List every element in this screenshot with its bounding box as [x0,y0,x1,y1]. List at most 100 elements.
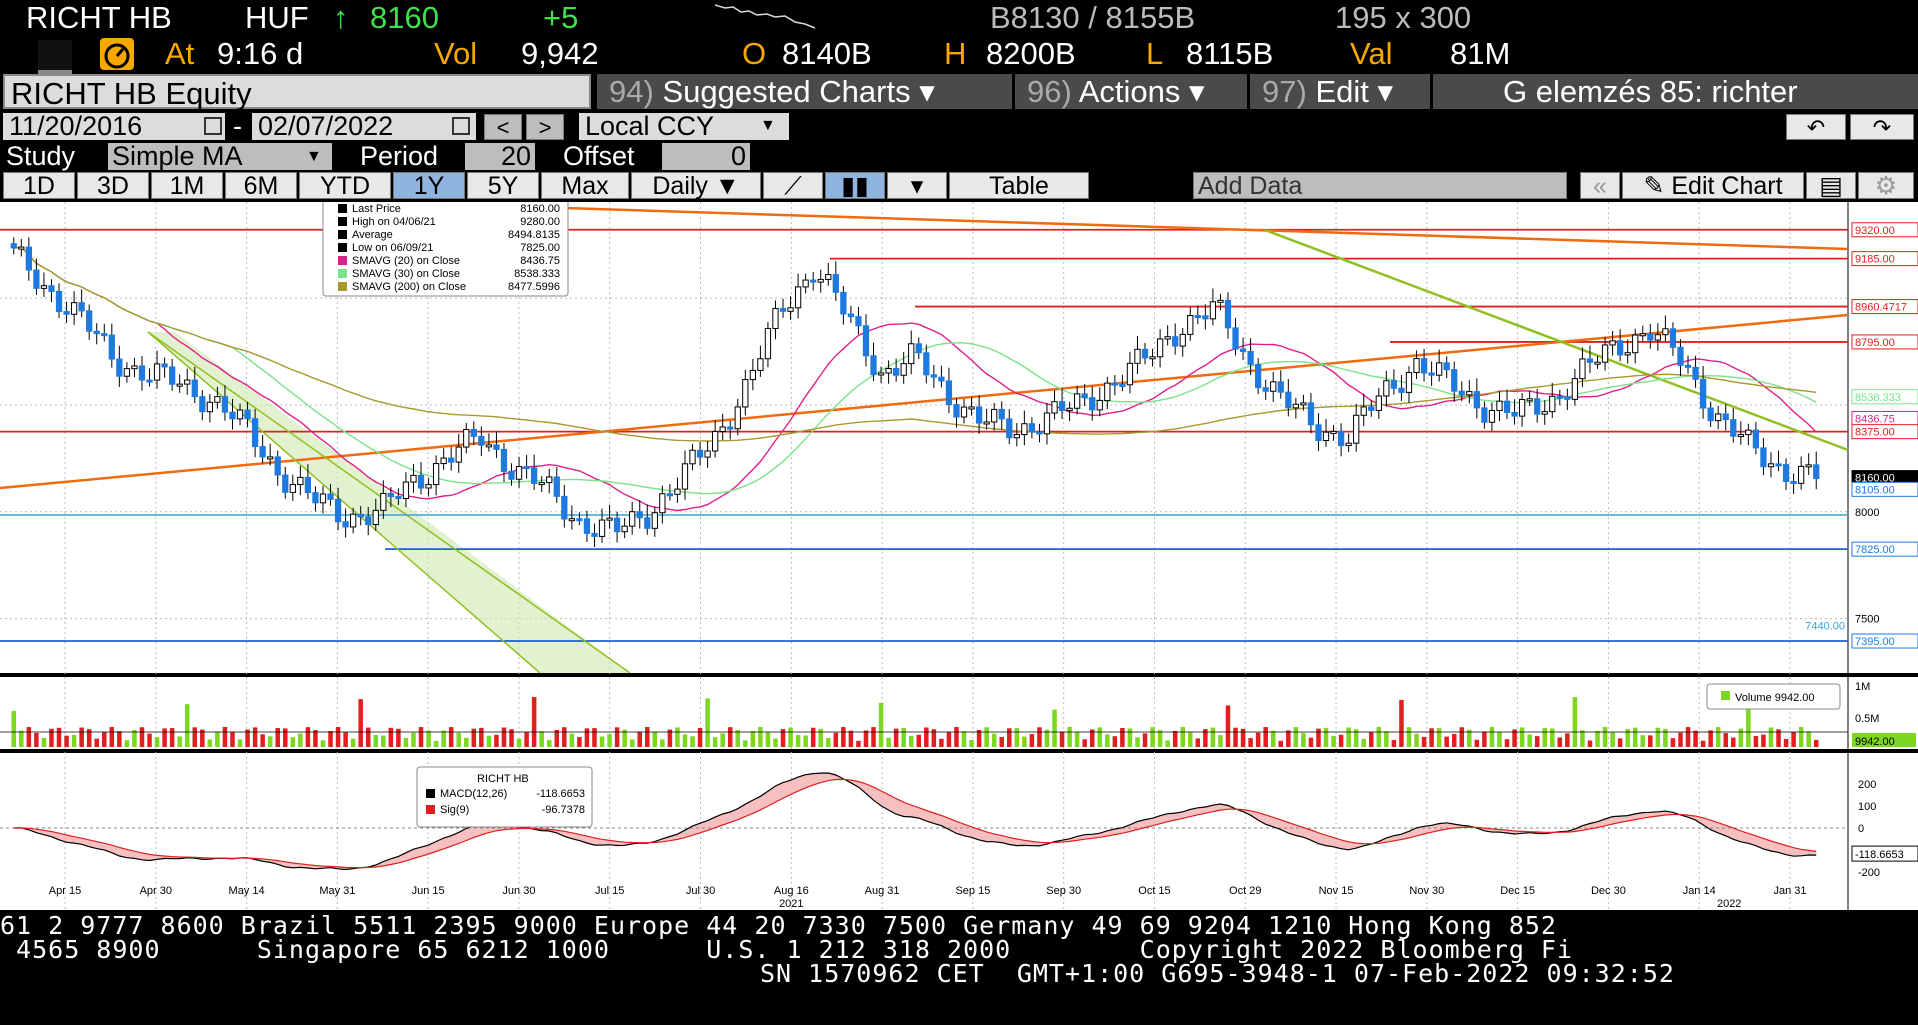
calendar-icon[interactable] [452,117,470,135]
study-select[interactable]: Simple MA [108,143,332,170]
price-change: +5 [543,0,579,35]
price-chart[interactable]: 9320.009185.008960.47178795.008538.33384… [0,188,1918,910]
edit-menu[interactable]: 97) Edit ▾ [1250,74,1433,109]
line-chart-icon[interactable]: ⟋ [763,172,823,200]
speedometer-icon[interactable] [100,38,134,70]
volume-bar [373,734,379,747]
candle-body [131,365,138,370]
range-5y[interactable]: 5Y [467,172,539,200]
suggested-charts-menu[interactable]: 94) Suggested Charts ▾ [597,74,1015,109]
volume-bar [1188,732,1193,747]
volume-bar [773,738,778,747]
period-input[interactable]: 20 [465,143,535,170]
candle-body [86,310,93,332]
terminal-icon[interactable] [38,40,72,76]
volume-bar [1723,733,1728,747]
end-date-field[interactable]: 02/07/2022 [252,113,476,140]
candle-body [1224,299,1232,329]
price-tag: 8375.00 [1855,427,1895,439]
candle-body [515,466,523,480]
volume-bar [1112,736,1118,747]
add-data-button[interactable]: Add Data [1193,172,1567,200]
panel-divider [0,673,1918,677]
volume-bar [524,732,529,747]
price-legend[interactable]: Last Price 8160.00 High on 04/06/21 9280.00… [322,193,569,297]
volume-bar [215,731,220,747]
signal-value: -96.7378 [542,804,585,816]
candle-body [1632,334,1639,354]
legend-label: SMAVG (20) on Close [352,255,460,267]
undo-icon[interactable]: ↶ [1786,114,1846,140]
volume-bar [252,727,258,747]
range-6m[interactable]: 6M [225,172,297,200]
volume-bar [675,727,680,747]
end-date: 02/07/2022 [258,111,394,141]
candle-body [938,376,945,382]
volume-bar [826,738,831,747]
actions-menu[interactable]: 96) Actions ▾ [1015,74,1250,109]
candle-body [1292,403,1299,409]
chart-area[interactable]: 9320.00 9185.00 8960.4717 8795.00 8538.333 84… [0,188,1918,910]
volume-bar [26,727,32,747]
prev-period-button[interactable]: < [484,114,522,140]
range-1y[interactable]: 1Y [393,172,465,200]
redo-icon[interactable]: ↷ [1850,114,1914,140]
volume-bar [1346,727,1351,747]
candle-body [1541,411,1548,415]
chevron-down-icon[interactable]: ▼ [760,117,776,135]
x-tick-label: Sep 30 [1046,885,1081,897]
range-3d[interactable]: 3D [77,172,149,200]
volume-bar [1225,705,1231,747]
candle-body [1307,402,1315,426]
macd-tick: 0 [1858,823,1864,835]
range-1m[interactable]: 1M [151,172,223,200]
next-period-button[interactable]: > [526,114,564,140]
macd-legend[interactable]: RICHT HB MACD(12,26) -118.6653 Sig(9) -9… [416,766,593,828]
volume-bar [335,727,341,747]
candle-body [199,396,206,413]
calendar-icon[interactable] [204,117,222,135]
offset-input[interactable]: 0 [662,143,750,170]
volume-bar [298,733,303,747]
x-tick-label: Jan 14 [1683,885,1716,897]
high-label: H [944,36,967,71]
volume-bar [954,727,959,747]
range-1d[interactable]: 1D [3,172,75,200]
range-ytd[interactable]: YTD [299,172,391,200]
volume-tick: 9942.00 [1855,736,1895,748]
start-date-field[interactable]: 11/20/2016 [3,113,225,140]
candle-body [10,243,17,249]
edit-chart-button[interactable]: ✎ Edit Chart [1622,172,1804,200]
candle-body [508,470,515,480]
chart-settings-icon[interactable]: ▤ [1806,172,1856,200]
range-max[interactable]: Max [541,172,629,200]
volume-bar [1165,740,1170,747]
candle-body [116,358,123,377]
security-title[interactable]: RICHT HB Equity [3,74,591,111]
candle-chart-icon[interactable]: ▮▮ [825,172,885,200]
volume-bar [139,727,145,747]
candle-body [236,409,244,420]
chevron-down-icon[interactable]: ▾ [887,172,947,200]
candle-body [1134,348,1141,364]
candle-body [1564,396,1571,400]
volume-bar [1361,738,1366,747]
at-label: At [165,36,195,71]
date-separator: - [233,111,242,141]
candle-body [1737,434,1744,438]
legend-swatch [338,217,347,226]
chevron-down-icon[interactable]: ▼ [306,148,322,166]
volume-bar [237,739,243,747]
volume-bar [350,738,356,747]
gear-icon[interactable]: ⚙ [1858,172,1914,200]
frequency-select[interactable]: Daily ▼ [631,172,761,200]
volume-bar [743,740,748,747]
volume-bar [841,727,846,747]
volume-legend[interactable]: Volume 9942.00 [1706,683,1841,710]
currency-select[interactable]: Local CCY [579,113,789,140]
signal-label: Sig(9) [440,804,469,816]
volume-panel [0,677,1918,749]
double-chevron-left-icon[interactable]: « [1580,172,1620,200]
volume-bar [599,736,605,747]
table-button[interactable]: Table [949,172,1089,200]
